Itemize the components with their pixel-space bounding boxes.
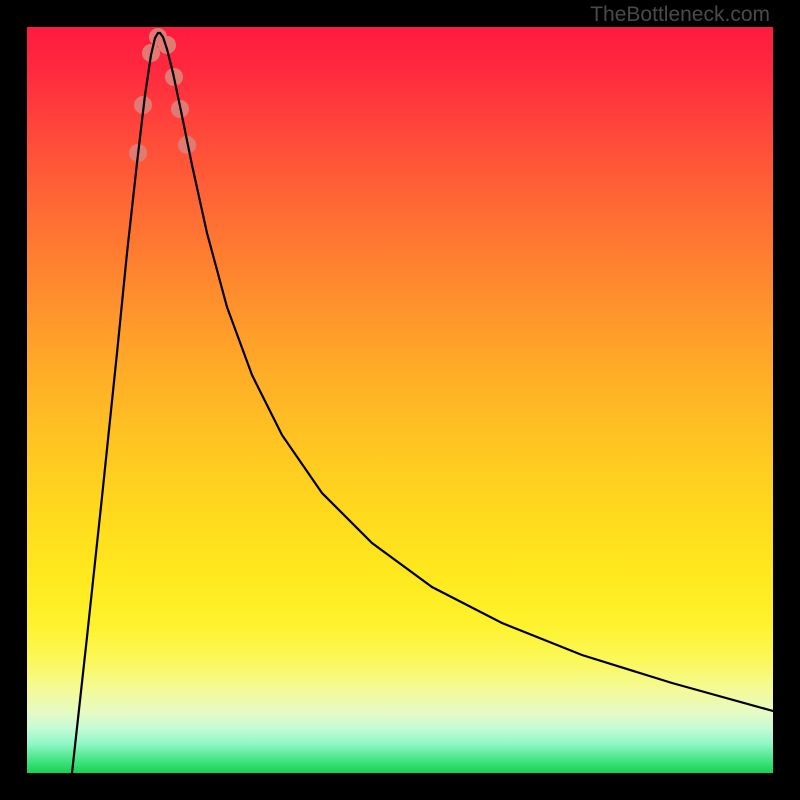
bottleneck-curve <box>72 33 773 773</box>
plot-area <box>27 27 773 773</box>
curve-layer <box>27 27 773 773</box>
watermark-text: TheBottleneck.com <box>590 3 770 27</box>
chart-frame: TheBottleneck.com <box>0 0 800 800</box>
